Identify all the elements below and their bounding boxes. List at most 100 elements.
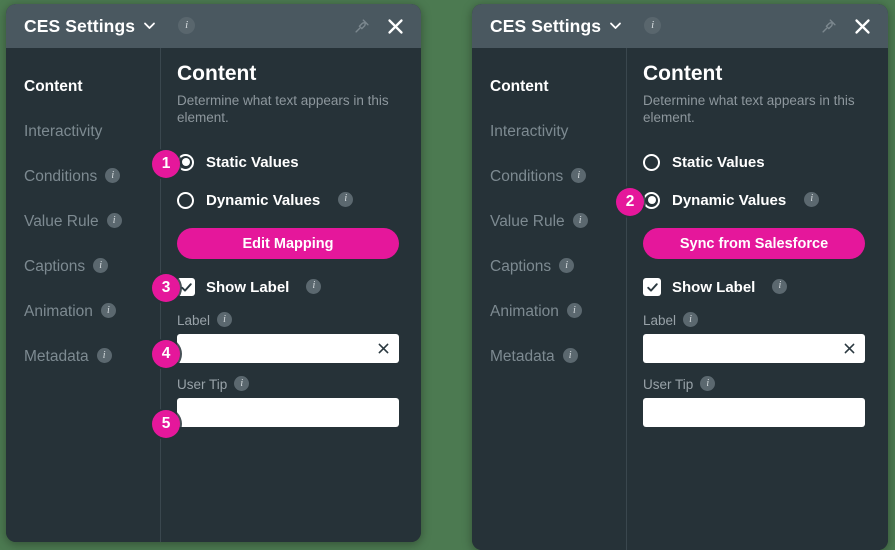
page-title: Content: [177, 62, 257, 85]
radio-label: Static Values: [206, 153, 299, 171]
sidebar-item-content[interactable]: Content: [490, 64, 626, 109]
chevron-down-icon[interactable]: [143, 19, 156, 32]
checkbox-label: Show Label: [672, 278, 756, 296]
close-icon[interactable]: [848, 12, 876, 40]
pin-icon[interactable]: [814, 12, 842, 40]
label-input-wrapper[interactable]: [177, 334, 399, 363]
radio-static-values[interactable]: Static Values: [643, 146, 870, 178]
user-tip-field-label: User Tip i: [177, 376, 403, 392]
sidebar-item-label: Content: [24, 77, 83, 95]
sidebar-item-label: Value Rule: [24, 212, 99, 230]
sidebar-item-label: Metadata: [490, 347, 555, 365]
info-icon[interactable]: i: [566, 303, 582, 318]
show-label-checkbox[interactable]: Show Label i: [177, 273, 403, 301]
user-tip-field-label: User Tip i: [643, 376, 870, 392]
sidebar-item-label: Animation: [490, 302, 559, 320]
radio-icon[interactable]: [643, 191, 660, 209]
info-icon[interactable]: i: [93, 258, 109, 273]
callout-badge-3: 3: [152, 274, 180, 302]
field-label-text: User Tip: [643, 377, 694, 392]
field-label-text: User Tip: [177, 377, 228, 392]
info-icon[interactable]: i: [178, 16, 196, 34]
sidebar-item-interactivity[interactable]: Interactivity: [24, 109, 160, 154]
panel-title: CES Settings: [24, 15, 136, 36]
user-tip-input-wrapper[interactable]: [643, 398, 865, 427]
sidebar-item-label: Value Rule: [490, 212, 565, 230]
clear-icon[interactable]: [375, 341, 391, 357]
info-icon[interactable]: i: [338, 191, 354, 207]
field-label-text: Label: [177, 313, 211, 328]
settings-content: Content Determine what text appears in t…: [627, 48, 888, 550]
radio-dynamic-values[interactable]: Dynamic Values i: [177, 184, 403, 216]
page-title: Content: [643, 62, 723, 85]
info-icon[interactable]: i: [683, 312, 699, 327]
info-icon[interactable]: i: [217, 312, 233, 327]
user-tip-input-wrapper[interactable]: [177, 398, 399, 427]
info-icon[interactable]: i: [572, 213, 588, 228]
info-icon[interactable]: i: [562, 348, 578, 363]
info-icon[interactable]: i: [804, 191, 820, 207]
label-input-wrapper[interactable]: [643, 334, 865, 363]
page-description: Determine what text appears in this elem…: [177, 93, 389, 125]
sidebar-item-captions[interactable]: Captions i: [490, 244, 626, 289]
ces-settings-panel-right: CES Settings i Content Interactivity Con…: [472, 4, 888, 550]
sidebar-item-label: Content: [490, 77, 549, 95]
info-icon[interactable]: i: [644, 16, 662, 34]
clear-icon[interactable]: [841, 341, 857, 357]
info-icon[interactable]: i: [772, 278, 788, 294]
info-icon[interactable]: i: [306, 278, 322, 294]
sync-from-salesforce-button[interactable]: Sync from Salesforce: [643, 228, 865, 259]
radio-label: Static Values: [672, 153, 765, 171]
user-tip-input[interactable]: [651, 398, 857, 427]
info-icon[interactable]: i: [571, 168, 587, 183]
sidebar-item-label: Interactivity: [24, 122, 103, 140]
label-input[interactable]: [185, 334, 375, 363]
info-icon[interactable]: i: [559, 258, 575, 273]
pin-icon[interactable]: [347, 12, 375, 40]
chevron-down-icon[interactable]: [609, 19, 622, 32]
sidebar-item-content[interactable]: Content: [24, 64, 160, 109]
callout-badge-1: 1: [152, 150, 180, 178]
settings-sidebar: Content Interactivity Conditions i Value…: [6, 48, 161, 542]
sidebar-item-metadata[interactable]: Metadata i: [490, 334, 626, 379]
sidebar-item-value-rule[interactable]: Value Rule i: [490, 199, 626, 244]
sidebar-item-label: Conditions: [24, 167, 98, 185]
panel-body: Content Interactivity Conditions i Value…: [6, 48, 421, 542]
info-icon[interactable]: i: [106, 213, 122, 228]
checkbox-label: Show Label: [206, 278, 290, 296]
info-icon[interactable]: i: [100, 303, 116, 318]
radio-dynamic-values[interactable]: Dynamic Values i: [643, 184, 870, 216]
sidebar-item-value-rule[interactable]: Value Rule i: [24, 199, 160, 244]
label-field-label: Label i: [643, 312, 870, 328]
panel-title: CES Settings: [490, 15, 602, 36]
panel-titlebar: CES Settings i: [6, 4, 421, 48]
sidebar-item-captions[interactable]: Captions i: [24, 244, 160, 289]
radio-label: Dynamic Values: [206, 191, 321, 209]
page-description: Determine what text appears in this elem…: [643, 93, 855, 125]
sidebar-item-metadata[interactable]: Metadata i: [24, 334, 160, 379]
info-icon[interactable]: i: [105, 168, 121, 183]
radio-static-values[interactable]: Static Values: [177, 146, 403, 178]
sidebar-item-label: Captions: [24, 257, 86, 275]
sidebar-item-animation[interactable]: Animation i: [490, 289, 626, 334]
info-icon[interactable]: i: [96, 348, 112, 363]
sidebar-item-animation[interactable]: Animation i: [24, 289, 160, 334]
sidebar-item-conditions[interactable]: Conditions i: [490, 154, 626, 199]
label-field-label: Label i: [177, 312, 403, 328]
sidebar-item-label: Metadata: [24, 347, 89, 365]
callout-badge-4: 4: [152, 340, 180, 368]
callout-badge-2: 2: [616, 188, 644, 216]
label-input[interactable]: [651, 334, 841, 363]
info-icon[interactable]: i: [234, 376, 250, 391]
user-tip-input[interactable]: [185, 398, 391, 427]
radio-icon[interactable]: [643, 153, 660, 171]
close-icon[interactable]: [381, 12, 409, 40]
checkbox-icon[interactable]: [643, 278, 661, 296]
show-label-checkbox[interactable]: Show Label i: [643, 273, 870, 301]
radio-icon[interactable]: [177, 191, 194, 209]
sidebar-item-label: Conditions: [490, 167, 564, 185]
edit-mapping-button[interactable]: Edit Mapping: [177, 228, 399, 259]
sidebar-item-interactivity[interactable]: Interactivity: [490, 109, 626, 154]
info-icon[interactable]: i: [700, 376, 716, 391]
sidebar-item-conditions[interactable]: Conditions i: [24, 154, 160, 199]
